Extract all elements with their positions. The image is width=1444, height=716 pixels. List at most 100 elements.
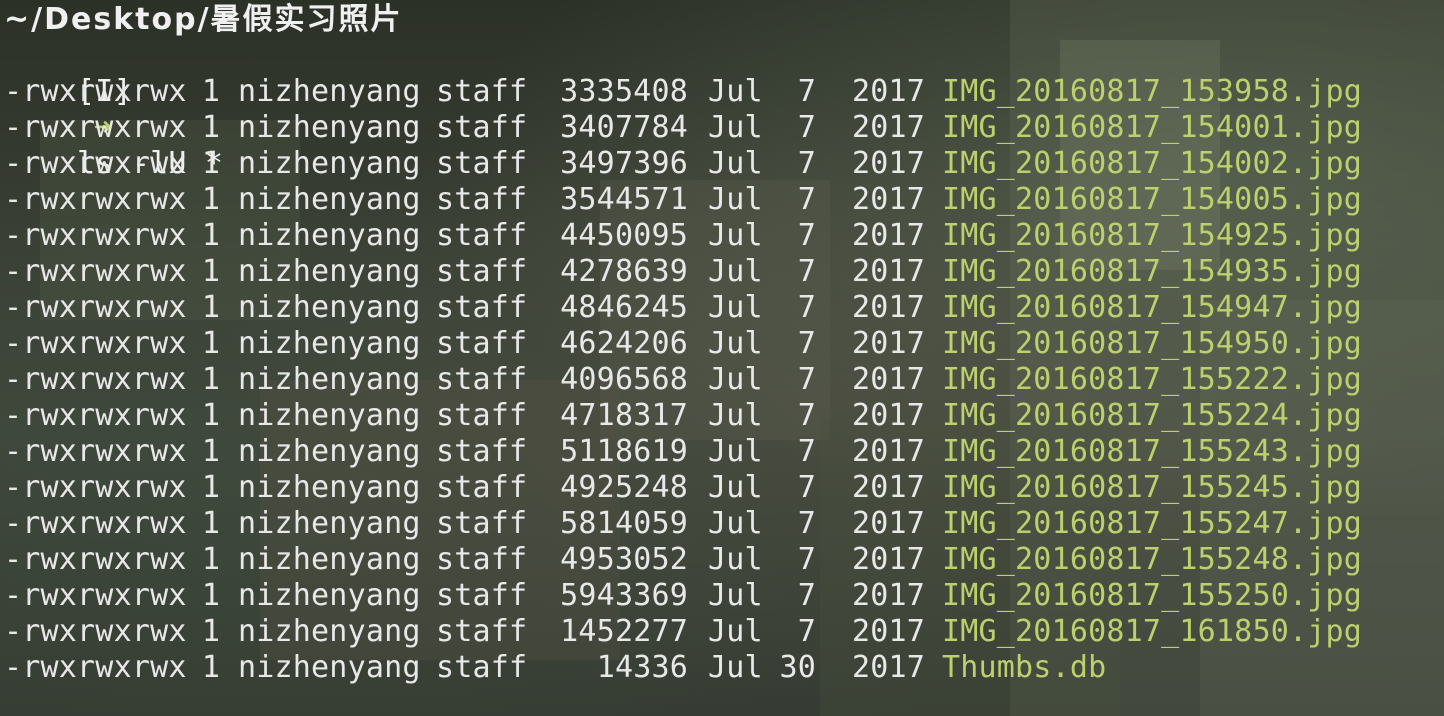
link-count: 1 [201, 650, 221, 685]
owner: nizhenyang [238, 470, 421, 505]
day: 7 [797, 398, 816, 433]
file-size: 5814059 [560, 506, 688, 541]
month: Jul [708, 434, 763, 469]
month: Jul [708, 254, 763, 289]
link-count: 1 [201, 290, 221, 325]
link-count: 1 [201, 434, 221, 469]
group: staff [436, 254, 528, 289]
permissions: -rwxrwxrwx [4, 398, 187, 433]
file-name: IMG_20160817_154002.jpg [942, 146, 1363, 181]
permissions: -rwxrwxrwx [4, 362, 187, 397]
file-listing: -rwxrwxrwx 1 nizhenyang staff 3335408 Jul 7 201… [4, 74, 1440, 686]
owner: nizhenyang [238, 434, 421, 469]
year: 2017 [852, 362, 926, 397]
year: 2017 [852, 146, 926, 181]
owner: nizhenyang [238, 326, 421, 361]
month: Jul [708, 146, 763, 181]
listing-row: -rwxrwxrwx 1 nizhenyang staff 4953052 Jul 7 201… [4, 542, 1440, 578]
permissions: -rwxrwxrwx [4, 74, 187, 109]
day: 7 [797, 362, 816, 397]
link-count: 1 [201, 614, 221, 649]
month: Jul [708, 614, 763, 649]
file-size: 4846245 [560, 290, 688, 325]
permissions: -rwxrwxrwx [4, 542, 187, 577]
permissions: -rwxrwxrwx [4, 506, 187, 541]
file-name: IMG_20160817_154005.jpg [942, 182, 1363, 217]
owner: nizhenyang [238, 362, 421, 397]
link-count: 1 [201, 578, 221, 613]
group: staff [436, 290, 528, 325]
listing-row: -rwxrwxrwx 1 nizhenyang staff 4718317 Jul 7 201… [4, 398, 1440, 434]
file-name: IMG_20160817_155248.jpg [942, 542, 1363, 577]
day: 7 [797, 434, 816, 469]
permissions: -rwxrwxrwx [4, 434, 187, 469]
group: staff [436, 470, 528, 505]
day: 7 [797, 470, 816, 505]
day: 7 [797, 182, 816, 217]
permissions: -rwxrwxrwx [4, 110, 187, 145]
owner: nizhenyang [238, 542, 421, 577]
owner: nizhenyang [238, 506, 421, 541]
day: 7 [797, 506, 816, 541]
file-size: 4718317 [560, 398, 688, 433]
day: 7 [797, 578, 816, 613]
year: 2017 [852, 182, 926, 217]
permissions: -rwxrwxrwx [4, 470, 187, 505]
link-count: 1 [201, 398, 221, 433]
listing-row: -rwxrwxrwx 1 nizhenyang staff 5814059 Jul 7 201… [4, 506, 1440, 542]
listing-row: -rwxrwxrwx 1 nizhenyang staff 4846245 Jul 7 201… [4, 290, 1440, 326]
year: 2017 [852, 326, 926, 361]
year: 2017 [852, 542, 926, 577]
terminal-window[interactable]: ~/Desktop/暑假实习照片 [I] ➜ ls -lU * -rwxrwxr… [4, 2, 1440, 714]
permissions: -rwxrwxrwx [4, 182, 187, 217]
day: 30 [779, 650, 816, 685]
day: 7 [797, 110, 816, 145]
file-name: IMG_20160817_153958.jpg [942, 74, 1363, 109]
file-size: 1452277 [560, 614, 688, 649]
file-name: IMG_20160817_155250.jpg [942, 578, 1363, 613]
file-size: 14336 [596, 650, 688, 685]
permissions: -rwxrwxrwx [4, 578, 187, 613]
file-size: 4096568 [560, 362, 688, 397]
file-name: IMG_20160817_155245.jpg [942, 470, 1363, 505]
day: 7 [797, 542, 816, 577]
listing-row: -rwxrwxrwx 1 nizhenyang staff 5118619 Jul 7 201… [4, 434, 1440, 470]
file-name: IMG_20160817_154925.jpg [942, 218, 1363, 253]
current-directory: ~/Desktop/暑假实习照片 [4, 2, 403, 37]
listing-row: -rwxrwxrwx 1 nizhenyang staff 5943369 Jul 7 201… [4, 578, 1440, 614]
day: 7 [797, 326, 816, 361]
link-count: 1 [201, 218, 221, 253]
month: Jul [708, 74, 763, 109]
file-name: IMG_20160817_155247.jpg [942, 506, 1363, 541]
link-count: 1 [201, 470, 221, 505]
month: Jul [708, 470, 763, 505]
day: 7 [797, 614, 816, 649]
month: Jul [708, 398, 763, 433]
permissions: -rwxrwxrwx [4, 614, 187, 649]
owner: nizhenyang [238, 650, 421, 685]
file-name: IMG_20160817_155222.jpg [942, 362, 1363, 397]
year: 2017 [852, 614, 926, 649]
owner: nizhenyang [238, 398, 421, 433]
day: 7 [797, 146, 816, 181]
owner: nizhenyang [238, 614, 421, 649]
file-name: IMG_20160817_161850.jpg [942, 614, 1363, 649]
year: 2017 [852, 398, 926, 433]
file-name: IMG_20160817_154001.jpg [942, 110, 1363, 145]
file-name: IMG_20160817_154935.jpg [942, 254, 1363, 289]
group: staff [436, 614, 528, 649]
month: Jul [708, 110, 763, 145]
month: Jul [708, 218, 763, 253]
group: staff [436, 650, 528, 685]
permissions: -rwxrwxrwx [4, 254, 187, 289]
group: staff [436, 146, 528, 181]
year: 2017 [852, 506, 926, 541]
owner: nizhenyang [238, 74, 421, 109]
file-size: 4624206 [560, 326, 688, 361]
owner: nizhenyang [238, 290, 421, 325]
file-size: 4450095 [560, 218, 688, 253]
group: staff [436, 542, 528, 577]
owner: nizhenyang [238, 218, 421, 253]
month: Jul [708, 290, 763, 325]
file-size: 4925248 [560, 470, 688, 505]
